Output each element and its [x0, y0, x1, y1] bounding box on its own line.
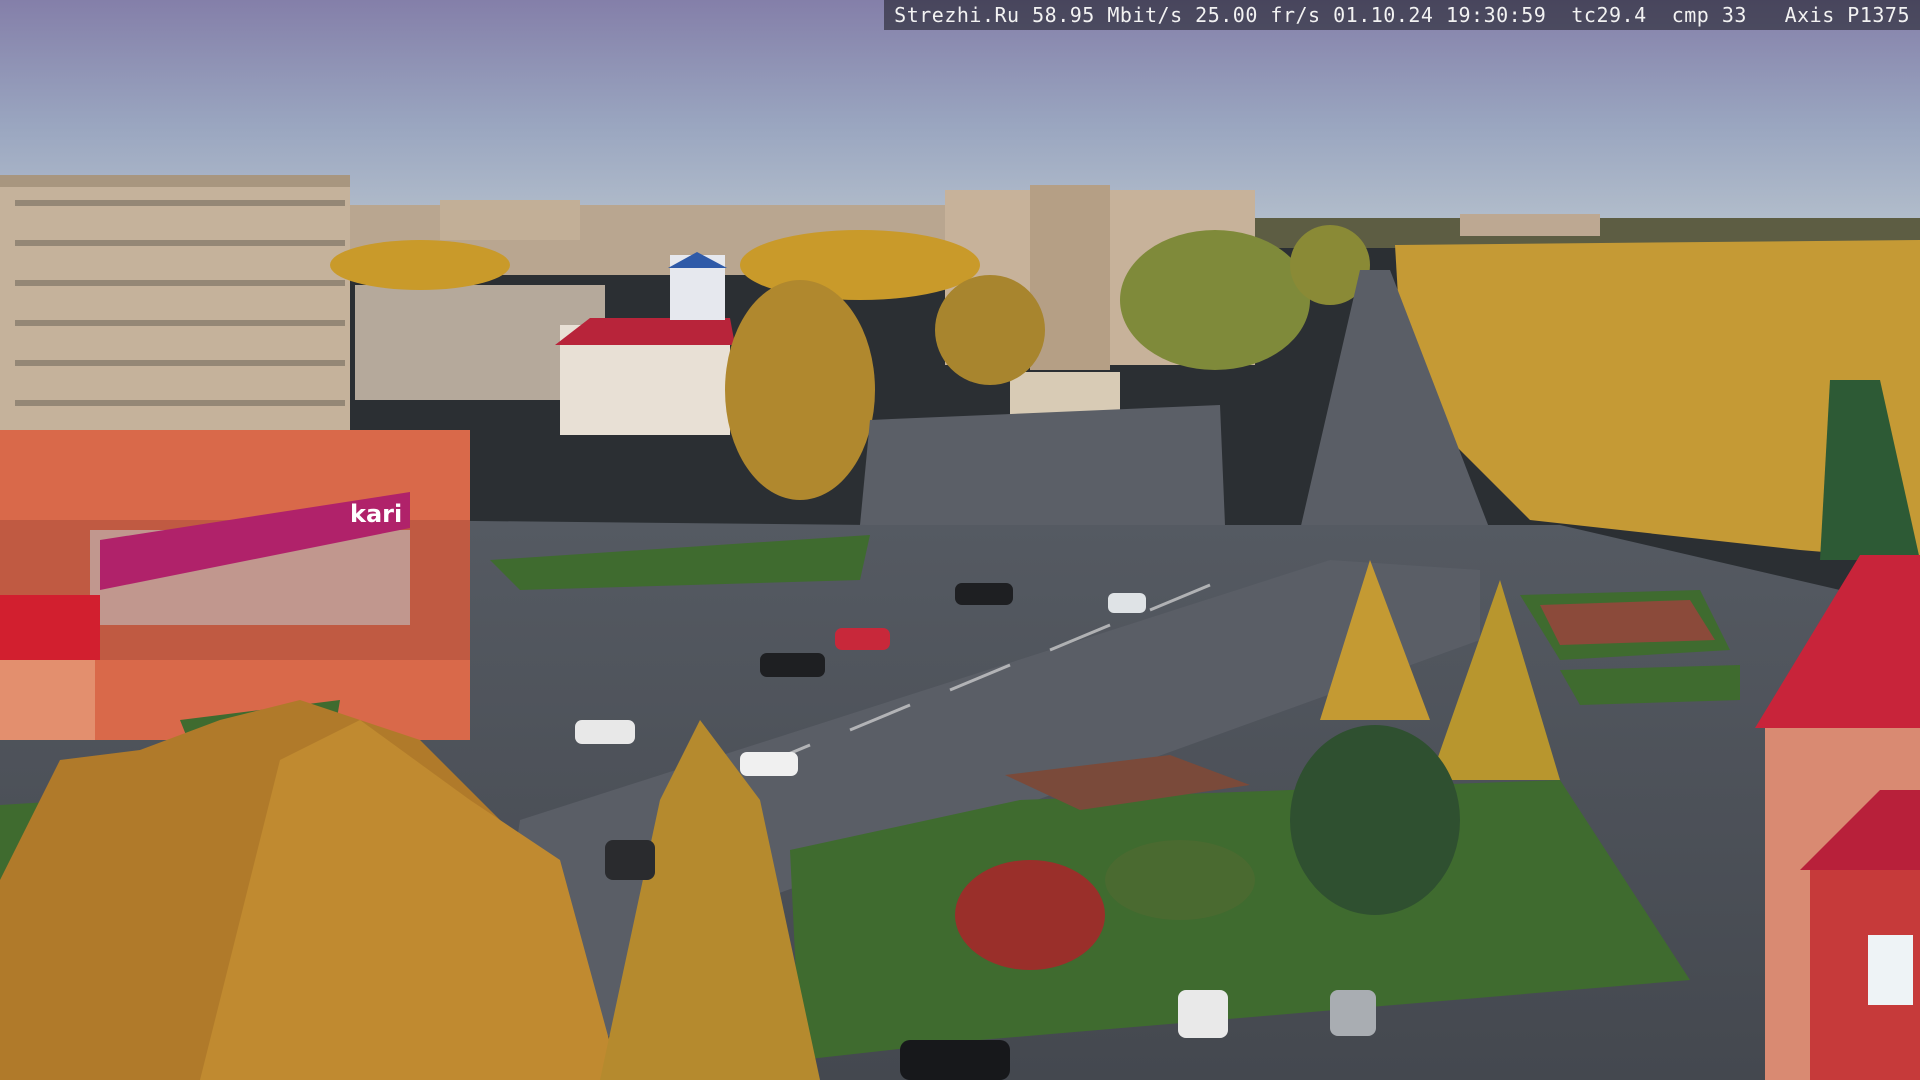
webcam-frame: kari Strezhi.Ru 58.95 Mbit/s 25.00 fr/s … — [0, 0, 1920, 1080]
store-sign-text: kari — [350, 500, 402, 528]
left-plaza — [860, 405, 1225, 525]
street-scene: kari — [0, 0, 1920, 1080]
storefront-building: kari — [0, 430, 470, 740]
camera-osd-overlay: Strezhi.Ru 58.95 Mbit/s 25.00 fr/s 01.10… — [884, 0, 1920, 30]
